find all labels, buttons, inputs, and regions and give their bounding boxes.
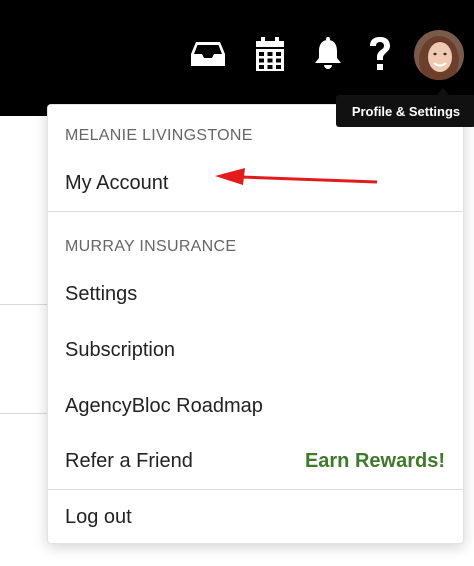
roadmap-link[interactable]: AgencyBloc Roadmap: [65, 395, 263, 418]
background-divider: [0, 304, 48, 305]
user-name-header: MELANIE LIVINGSTONE: [65, 127, 253, 144]
company-name-header: MURRAY INSURANCE: [65, 238, 237, 255]
background-divider: [0, 413, 48, 414]
annotation-arrow-icon: [215, 168, 378, 185]
subscription-link[interactable]: Subscription: [65, 339, 175, 362]
page: Profile & Settings MELANIE LIVINGSTONE M…: [0, 0, 474, 566]
avatar-tooltip: Profile & Settings: [336, 95, 474, 127]
my-account-link[interactable]: My Account: [65, 172, 168, 195]
inbox-icon[interactable]: [188, 34, 228, 74]
menu-divider: [48, 211, 463, 212]
refer-a-friend-link[interactable]: Refer a Friend: [65, 450, 193, 473]
user-avatar[interactable]: [414, 30, 464, 80]
help-icon[interactable]: [360, 34, 400, 74]
earn-rewards-badge[interactable]: Earn Rewards!: [305, 450, 445, 473]
bell-icon[interactable]: [308, 34, 348, 74]
calendar-icon[interactable]: [250, 34, 290, 74]
menu-divider: [48, 489, 463, 490]
logout-link[interactable]: Log out: [65, 506, 132, 529]
settings-link[interactable]: Settings: [65, 283, 137, 306]
